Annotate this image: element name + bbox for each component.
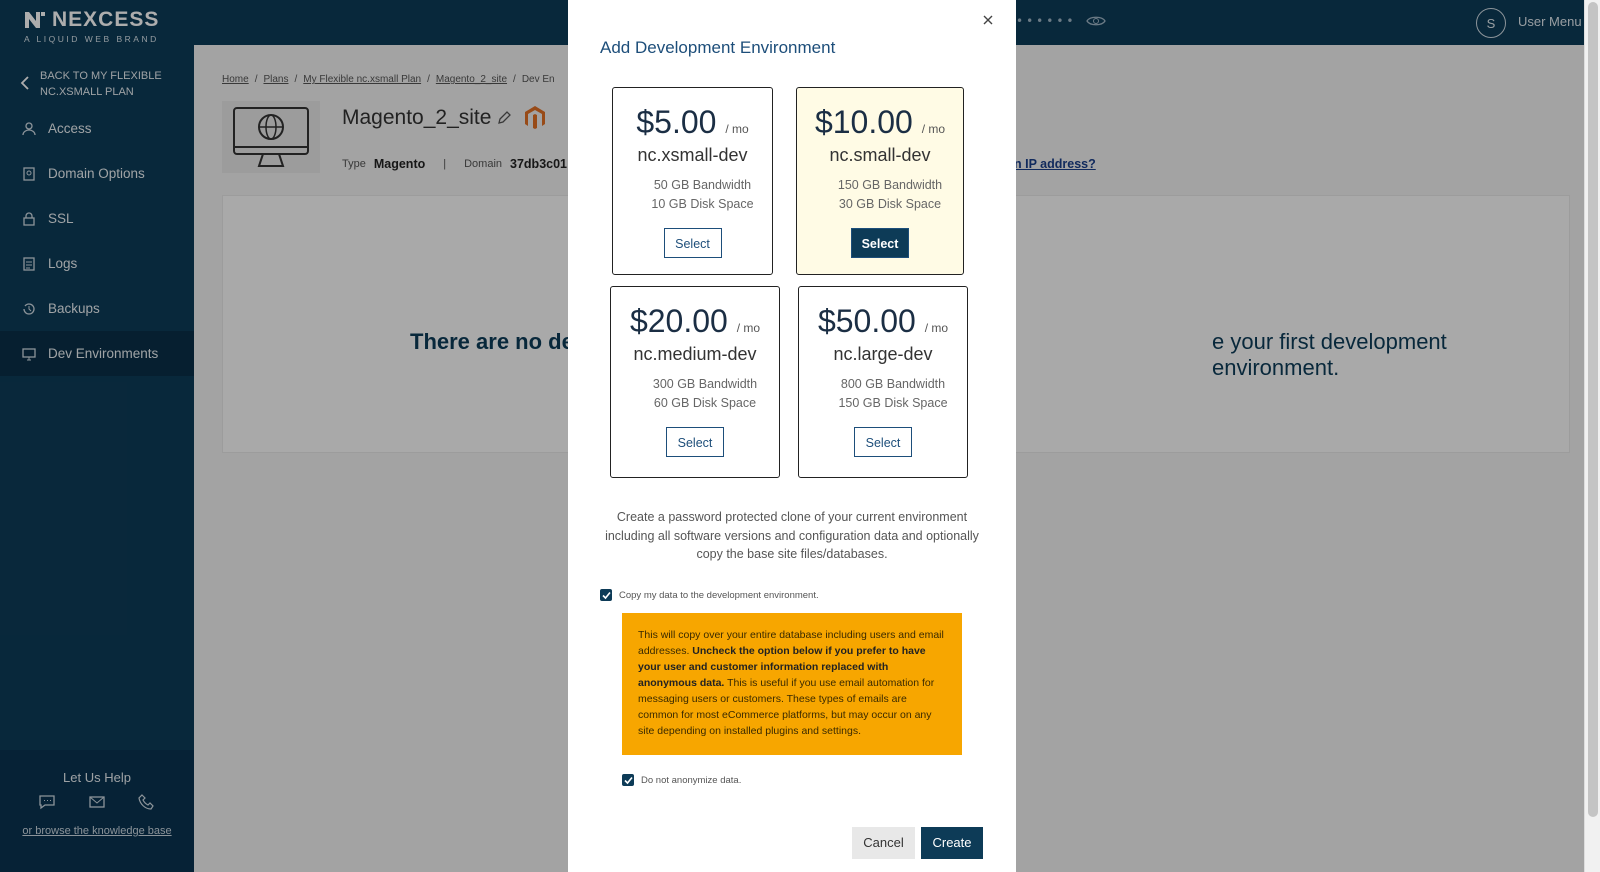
check-icon — [601, 591, 611, 599]
page-scrollbar[interactable] — [1584, 0, 1600, 872]
plan-period: / mo — [736, 321, 761, 335]
plan-period: / mo — [921, 122, 946, 136]
plan-name: nc.large-dev — [833, 344, 933, 364]
select-xsmall-button[interactable]: Select — [663, 228, 722, 258]
plan-bandwidth: 150 GB Bandwidth — [837, 178, 943, 192]
anonymize-checkbox-row[interactable]: Do not anonymize data. — [622, 774, 741, 786]
plan-name: nc.xsmall-dev — [637, 145, 748, 165]
scrollbar-thumb[interactable] — [1588, 2, 1598, 817]
plan-name: nc.medium-dev — [633, 344, 757, 364]
copy-data-label: Copy my data to the development environm… — [619, 589, 819, 601]
check-icon — [623, 776, 633, 784]
plan-name: nc.small-dev — [829, 145, 931, 165]
modal-description: Create a password protected clone of you… — [605, 510, 979, 561]
plan-disk: 30 GB Disk Space — [838, 197, 942, 211]
close-icon[interactable] — [982, 14, 994, 26]
add-dev-environment-modal: Add Development Environment $5.00 / mo n… — [568, 0, 1016, 872]
select-medium-button[interactable]: Select — [666, 427, 724, 457]
select-large-button[interactable]: Select — [854, 427, 912, 457]
plan-period: / mo — [924, 321, 949, 335]
plan-bandwidth: 800 GB Bandwidth — [840, 377, 946, 391]
cancel-button[interactable]: Cancel — [852, 827, 915, 859]
copy-data-checkbox[interactable] — [600, 589, 612, 601]
plan-disk: 60 GB Disk Space — [653, 396, 757, 410]
create-button[interactable]: Create — [921, 827, 983, 859]
anonymize-checkbox[interactable] — [622, 774, 634, 786]
plan-card-large[interactable]: $50.00 / mo nc.large-dev 800 GB Bandwidt… — [798, 286, 968, 478]
plan-bandwidth: 50 GB Bandwidth — [653, 178, 752, 192]
plan-price: $5.00 — [636, 104, 717, 140]
select-small-button[interactable]: Select — [851, 228, 909, 258]
anonymize-warning: This will copy over your entire database… — [622, 613, 962, 755]
copy-data-checkbox-row[interactable]: Copy my data to the development environm… — [600, 589, 819, 601]
plan-period: / mo — [725, 122, 749, 136]
plan-card-small[interactable]: $10.00 / mo nc.small-dev 150 GB Bandwidt… — [796, 87, 964, 275]
plan-bandwidth: 300 GB Bandwidth — [652, 377, 758, 391]
anonymize-label: Do not anonymize data. — [641, 774, 742, 786]
plan-price: $20.00 — [629, 303, 728, 339]
plan-disk: 10 GB Disk Space — [651, 197, 754, 211]
plan-price: $10.00 — [814, 104, 913, 140]
plan-card-medium[interactable]: $20.00 / mo nc.medium-dev 300 GB Bandwid… — [610, 286, 780, 478]
plan-disk: 150 GB Disk Space — [838, 396, 948, 410]
plan-price: $50.00 — [817, 303, 916, 339]
modal-title: Add Development Environment — [600, 38, 836, 57]
plan-card-xsmall[interactable]: $5.00 / mo nc.xsmall-dev 50 GB Bandwidth… — [612, 87, 773, 275]
